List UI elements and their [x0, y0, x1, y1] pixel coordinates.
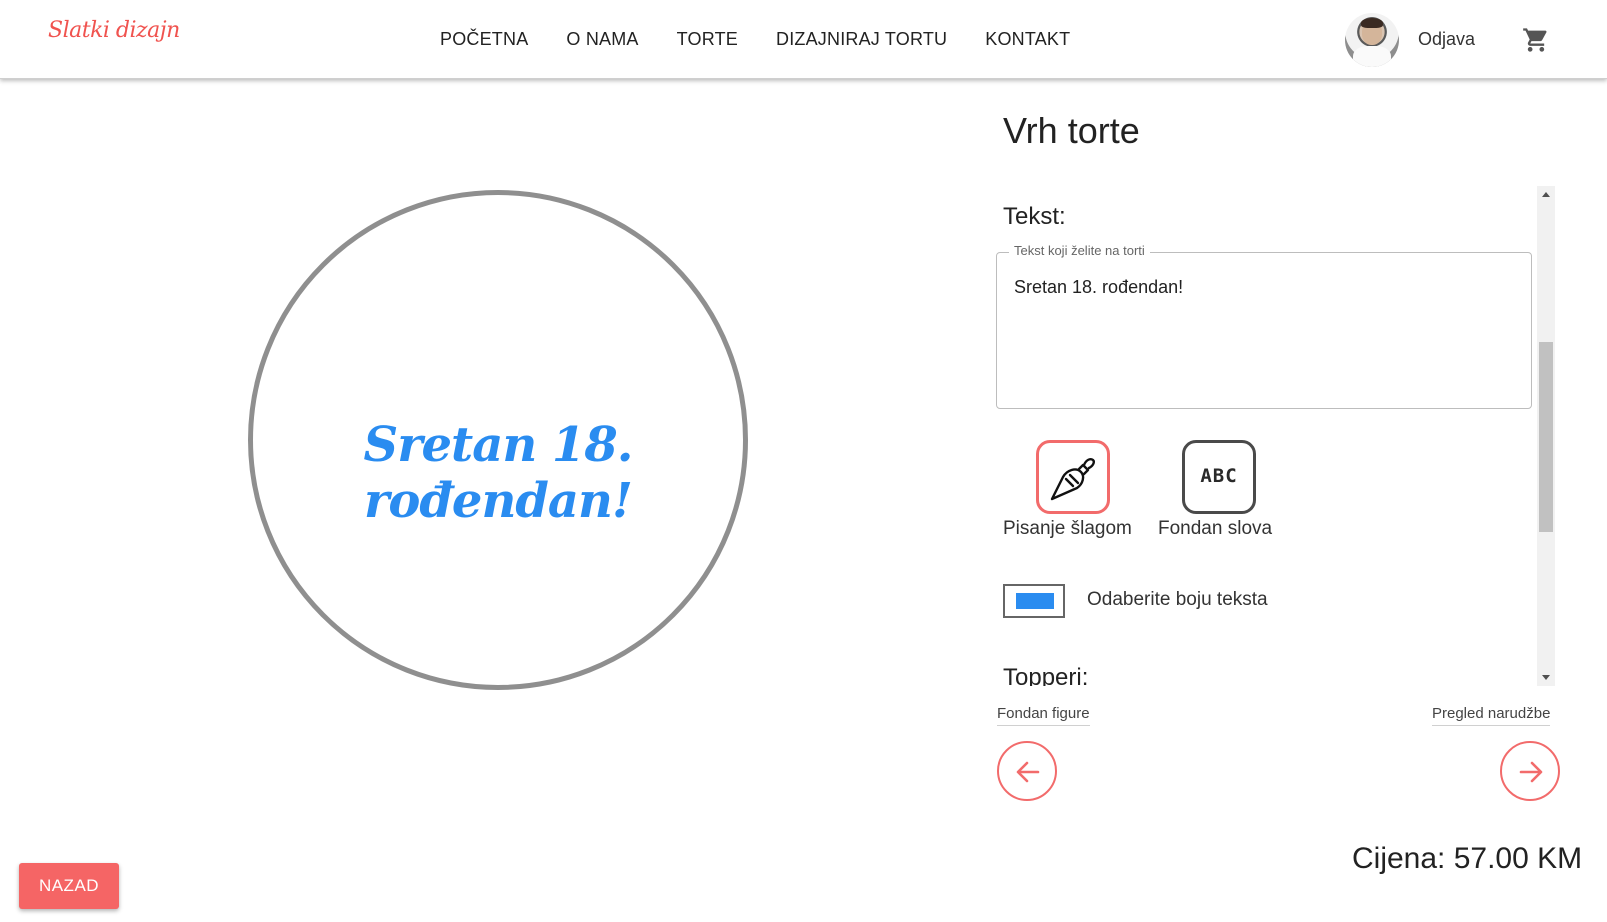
site-logo[interactable]: Slatki dizajn — [48, 18, 180, 43]
nav-item-kontakt[interactable]: KONTAKT — [985, 29, 1070, 50]
section-title: Vrh torte — [1003, 110, 1140, 151]
nav-item-pocetna[interactable]: POČETNA — [440, 29, 528, 50]
cake-text-field-label: Tekst koji želite na torti — [1009, 243, 1150, 258]
fondant-letters-option-label: Fondan slova — [1158, 518, 1273, 539]
avatar-hair — [1361, 18, 1383, 28]
options-scrollbar[interactable] — [1537, 186, 1555, 686]
text-color-label: Odaberite boju teksta — [1087, 589, 1268, 610]
next-step-label[interactable]: Pregled narudžbe — [1432, 705, 1551, 726]
previous-step-button[interactable] — [997, 741, 1057, 801]
nav-item-dizajniraj-tortu[interactable]: DIZAJNIRAJ TORTU — [776, 29, 947, 50]
previous-step-label[interactable]: Fondan figure — [997, 705, 1090, 726]
text-section-label: Tekst: — [1003, 203, 1066, 230]
cake-text-field-value[interactable]: Sretan 18. rođendan! — [1014, 277, 1183, 298]
scroll-down-arrow-icon[interactable] — [1542, 675, 1550, 680]
nav-item-torte[interactable]: TORTE — [677, 29, 738, 50]
text-color-picker[interactable] — [1003, 584, 1065, 618]
cake-top-preview: Sretan 18. rođendan! — [248, 190, 748, 690]
avatar-shirt — [1353, 46, 1391, 67]
total-price: Cijena: 57.00 KM — [1352, 842, 1583, 875]
cake-preview-text: Sretan 18. rođendan! — [363, 417, 634, 529]
piping-option-label: Pisanje šlagom — [1003, 518, 1132, 539]
back-button[interactable]: NAZAD — [19, 863, 119, 909]
top-navbar: Slatki dizajn POČETNA O NAMA TORTE DIZAJ… — [0, 0, 1607, 79]
nav-item-o-nama[interactable]: O NAMA — [566, 29, 638, 50]
selected-color-fill — [1016, 593, 1054, 609]
piping-bag-icon — [1050, 458, 1095, 501]
cake-text-field[interactable]: Tekst koji želite na torti Sretan 18. ro… — [996, 243, 1532, 409]
main-nav: POČETNA O NAMA TORTE DIZAJNIRAJ TORTU KO… — [440, 29, 1108, 50]
options-scroll-area: Tekst: Tekst koji želite na torti Sretan… — [996, 186, 1536, 686]
logout-link[interactable]: Odjava — [1418, 29, 1475, 50]
avatar[interactable] — [1345, 13, 1399, 67]
fondant-letters-option-button[interactable]: ABC — [1182, 440, 1256, 514]
piping-option-button[interactable] — [1036, 440, 1110, 514]
next-step-button[interactable] — [1500, 741, 1560, 801]
scrollbar-thumb[interactable] — [1539, 342, 1553, 532]
arrow-right-icon — [1519, 761, 1543, 783]
toppers-section-label: Topperi: — [1003, 664, 1089, 686]
abc-icon: ABC — [1200, 465, 1238, 487]
cart-icon[interactable] — [1522, 26, 1550, 54]
scroll-up-arrow-icon[interactable] — [1542, 192, 1550, 197]
arrow-left-icon — [1016, 761, 1040, 783]
